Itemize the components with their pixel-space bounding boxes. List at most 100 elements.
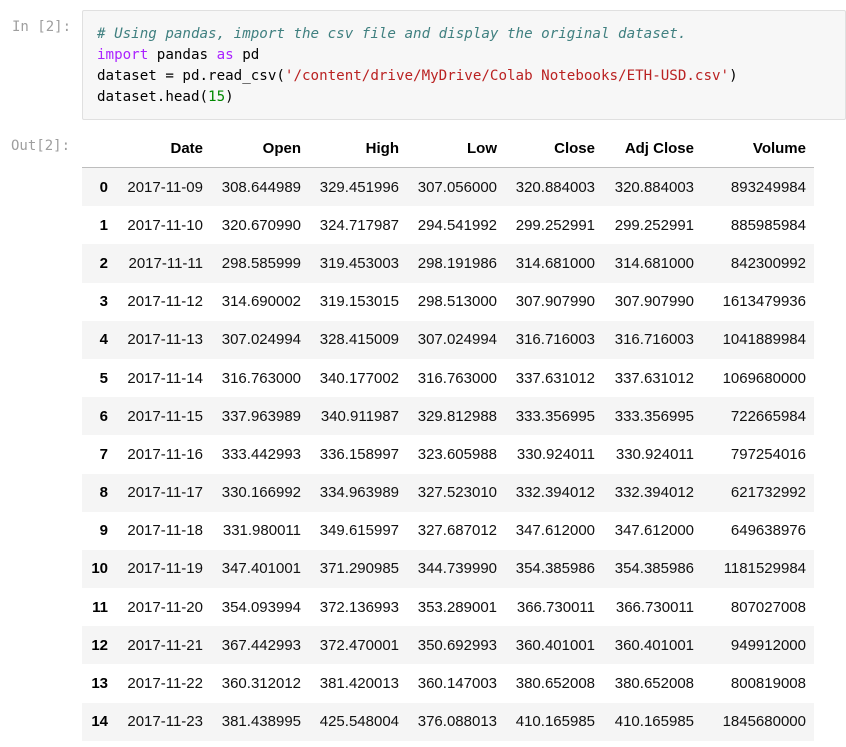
volume-cell: 1069680000 bbox=[722, 369, 806, 387]
column-header-volume: Volume bbox=[702, 129, 814, 168]
table-row: 7 2017-11-16 333.442993 336.158997 323.60598… bbox=[82, 435, 814, 474]
index-cell: 2 bbox=[99, 254, 108, 272]
date-cell: 2017-11-16 bbox=[127, 445, 203, 463]
close-cell: 337.631012 bbox=[515, 369, 595, 387]
index-header bbox=[82, 129, 116, 168]
high-cell: 371.290985 bbox=[319, 560, 399, 578]
low-cell: 298.191986 bbox=[417, 254, 497, 272]
table-row: 10 2017-11-19 347.401001 371.290985 344.7399… bbox=[82, 549, 814, 589]
volume-cell: 1181529984 bbox=[723, 560, 806, 578]
table-row: 11 2017-11-20 354.093994 372.136993 353.2890… bbox=[82, 588, 814, 627]
date-cell: 2017-11-10 bbox=[127, 216, 203, 234]
adj-close-cell: 314.681000 bbox=[614, 254, 694, 272]
adj-close-cell: 333.356995 bbox=[614, 407, 694, 425]
index-cell: 13 bbox=[91, 675, 108, 693]
table-row: 3 2017-11-12 314.690002 319.153015 298.51300… bbox=[82, 282, 814, 321]
adj-close-cell: 354.385986 bbox=[614, 560, 694, 578]
index-cell: 1 bbox=[99, 216, 108, 234]
code-text: ) bbox=[225, 89, 234, 105]
high-cell: 340.911987 bbox=[320, 407, 399, 425]
adj-close-cell: 380.652008 bbox=[614, 675, 694, 693]
low-cell: 327.687012 bbox=[417, 522, 497, 540]
volume-cell: 807027008 bbox=[730, 598, 806, 616]
open-cell: 307.024994 bbox=[221, 331, 301, 349]
volume-cell: 722665984 bbox=[730, 407, 806, 425]
output-prompt: Out[2]: bbox=[11, 138, 71, 154]
code-keyword-import: import bbox=[97, 47, 149, 63]
date-cell: 2017-11-19 bbox=[127, 560, 203, 578]
adj-close-cell: 410.165985 bbox=[614, 713, 694, 731]
close-cell: 360.401001 bbox=[515, 636, 595, 654]
volume-cell: 893249984 bbox=[730, 178, 806, 196]
open-cell: 314.690002 bbox=[221, 293, 301, 311]
volume-cell: 1845680000 bbox=[722, 713, 806, 731]
low-cell: 350.692993 bbox=[417, 636, 497, 654]
adj-close-cell: 320.884003 bbox=[614, 178, 694, 196]
adj-close-cell: 337.631012 bbox=[614, 369, 694, 387]
volume-cell: 621732992 bbox=[730, 484, 806, 502]
code-string: '/content/drive/MyDrive/Colab Notebooks/… bbox=[284, 68, 730, 84]
low-cell: 344.739990 bbox=[417, 560, 497, 578]
code-comment: # Using pandas, import the csv file and … bbox=[97, 26, 687, 42]
open-cell: 347.401001 bbox=[221, 560, 301, 578]
volume-cell: 1041889984 bbox=[722, 331, 806, 349]
dataframe-table: Date Open High Low Close Adj Close Volum… bbox=[82, 129, 814, 741]
low-cell: 329.812988 bbox=[417, 407, 497, 425]
index-cell: 11 bbox=[92, 598, 108, 616]
table-row: 2 2017-11-11 298.585999 319.453003 298.19198… bbox=[82, 244, 814, 283]
close-cell: 330.924011 bbox=[516, 445, 595, 463]
index-cell: 4 bbox=[99, 331, 108, 349]
date-cell: 2017-11-22 bbox=[127, 675, 203, 693]
low-cell: 360.147003 bbox=[417, 675, 497, 693]
index-cell: 9 bbox=[99, 522, 108, 540]
high-cell: 340.177002 bbox=[319, 369, 399, 387]
code-editor[interactable]: # Using pandas, import the csv file and … bbox=[97, 24, 738, 108]
date-cell: 2017-11-20 bbox=[127, 598, 203, 616]
open-cell: 367.442993 bbox=[221, 636, 301, 654]
low-cell: 316.763000 bbox=[417, 369, 497, 387]
code-text: pandas bbox=[148, 47, 217, 63]
date-cell: 2017-11-11 bbox=[128, 254, 203, 272]
low-cell: 307.056000 bbox=[417, 178, 497, 196]
date-cell: 2017-11-23 bbox=[127, 713, 203, 731]
close-cell: 307.907990 bbox=[515, 293, 595, 311]
close-cell: 347.612000 bbox=[515, 522, 595, 540]
high-cell: 372.470001 bbox=[319, 636, 399, 654]
table-row: 9 2017-11-18 331.980011 349.615997 327.68701… bbox=[82, 511, 814, 550]
index-cell: 7 bbox=[99, 445, 108, 463]
low-cell: 353.289001 bbox=[417, 598, 497, 616]
high-cell: 425.548004 bbox=[319, 713, 399, 731]
date-cell: 2017-11-18 bbox=[127, 522, 203, 540]
open-cell: 381.438995 bbox=[221, 713, 301, 731]
column-header-close: Close bbox=[505, 129, 603, 168]
adj-close-cell: 299.252991 bbox=[614, 216, 694, 234]
table-row: 14 2017-11-23 381.438995 425.548004 376.0880… bbox=[82, 702, 814, 741]
high-cell: 349.615997 bbox=[319, 522, 399, 540]
table-row: 13 2017-11-22 360.312012 381.420013 360.1470… bbox=[82, 664, 814, 703]
adj-close-cell: 366.730011 bbox=[615, 598, 694, 616]
table-body: 0 2017-11-09 308.644989 329.451996 307.05600… bbox=[82, 167, 814, 741]
high-cell: 336.158997 bbox=[319, 445, 399, 463]
input-prompt: In [2]: bbox=[12, 19, 72, 35]
volume-cell: 649638976 bbox=[730, 522, 806, 540]
adj-close-cell: 307.907990 bbox=[614, 293, 694, 311]
volume-cell: 885985984 bbox=[730, 216, 806, 234]
column-header-high: High bbox=[309, 129, 407, 168]
open-cell: 330.166992 bbox=[221, 484, 301, 502]
low-cell: 294.541992 bbox=[417, 216, 497, 234]
column-header-adj-close: Adj Close bbox=[603, 129, 702, 168]
date-cell: 2017-11-13 bbox=[127, 331, 203, 349]
low-cell: 376.088013 bbox=[417, 713, 497, 731]
close-cell: 354.385986 bbox=[515, 560, 595, 578]
high-cell: 319.153015 bbox=[319, 293, 399, 311]
high-cell: 328.415009 bbox=[319, 331, 399, 349]
high-cell: 334.963989 bbox=[319, 484, 399, 502]
code-text: pd bbox=[233, 47, 260, 63]
close-cell: 380.652008 bbox=[515, 675, 595, 693]
date-cell: 2017-11-12 bbox=[127, 293, 203, 311]
index-cell: 10 bbox=[91, 560, 108, 578]
adj-close-cell: 332.394012 bbox=[614, 484, 694, 502]
open-cell: 298.585999 bbox=[221, 254, 301, 272]
code-cell[interactable]: # Using pandas, import the csv file and … bbox=[82, 10, 846, 120]
code-text: dataset.head( bbox=[97, 89, 209, 105]
